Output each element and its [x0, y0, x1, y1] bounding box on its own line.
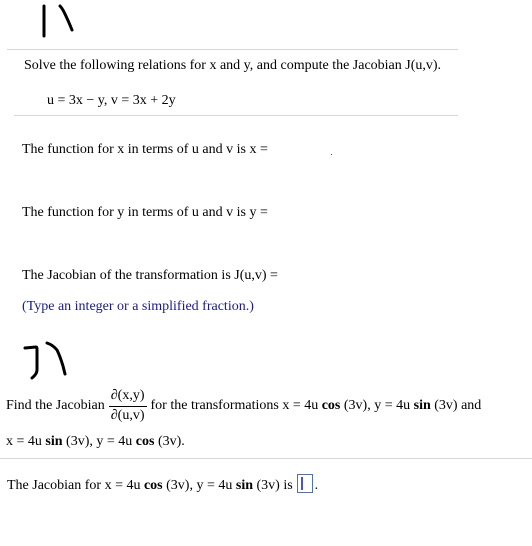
cos-function-2: cos	[135, 434, 155, 449]
jacobian-denominator: ∂(u,v)	[110, 408, 145, 423]
transform-text-b: (3v), y = 4u	[343, 398, 411, 414]
jacobian-prompt: The Jacobian of the transformation is J(…	[22, 268, 278, 283]
answer-mid: (3v), y = 4u	[166, 478, 233, 493]
x-function-answer-field[interactable]	[282, 142, 330, 158]
transform2-text-a: x = 4u	[6, 434, 42, 449]
sin-function-2: sin	[45, 434, 63, 449]
y-function-prompt: The function for y in terms of u and v i…	[22, 205, 268, 220]
divider-top	[7, 49, 458, 50]
transform2-text-b: (3v), y = 4u	[66, 434, 133, 449]
divider-problem-2	[0, 458, 532, 459]
transform2-text-c: (3v).	[157, 434, 185, 449]
problem-2-statement-line-2: x = 4u sin (3v), y = 4u cos (3v).	[6, 434, 185, 450]
jacobian-numerator: ∂(x,y)	[108, 388, 147, 407]
problem-2-intro: Find the Jacobian	[6, 398, 105, 414]
x-function-prompt: The function for x in terms of u and v i…	[22, 142, 268, 157]
transform-text-a: for the transformations x = 4u	[150, 398, 319, 414]
divider-problem-1	[14, 115, 458, 116]
problem-2-answer-line: The Jacobian for x = 4u cos (3v), y = 4u…	[7, 474, 318, 494]
x-answer-period	[331, 154, 332, 155]
problem-2-statement-line-1: Find the Jacobian ∂(x,y) ∂(u,v) for the tra…	[6, 388, 481, 424]
answer-prefix: The Jacobian for x = 4u	[7, 478, 141, 493]
answer-end: (3v) is	[256, 478, 293, 493]
answer-format-hint: (Type an integer or a simplified fractio…	[22, 299, 254, 314]
answer-sin: sin	[235, 478, 253, 493]
transform-text-c: (3v) and	[434, 398, 482, 414]
answer-cos: cos	[143, 478, 163, 493]
cos-function: cos	[321, 398, 341, 414]
problem-1-equations: u = 3x − y, v = 3x + 2y	[47, 93, 176, 108]
handwritten-problem-1-mark	[42, 4, 74, 38]
sin-function: sin	[413, 398, 431, 414]
problem-1-instruction: Solve the following relations for x and …	[24, 58, 442, 73]
handwritten-problem-2-mark	[23, 341, 67, 380]
jacobian-answer-input[interactable]	[296, 474, 313, 493]
y-function-answer-field[interactable]	[282, 205, 330, 221]
jacobian-answer-field[interactable]	[294, 268, 334, 284]
jacobian-fraction: ∂(x,y) ∂(u,v)	[108, 388, 147, 424]
text-cursor	[300, 477, 303, 490]
answer-suffix: .	[314, 478, 319, 493]
